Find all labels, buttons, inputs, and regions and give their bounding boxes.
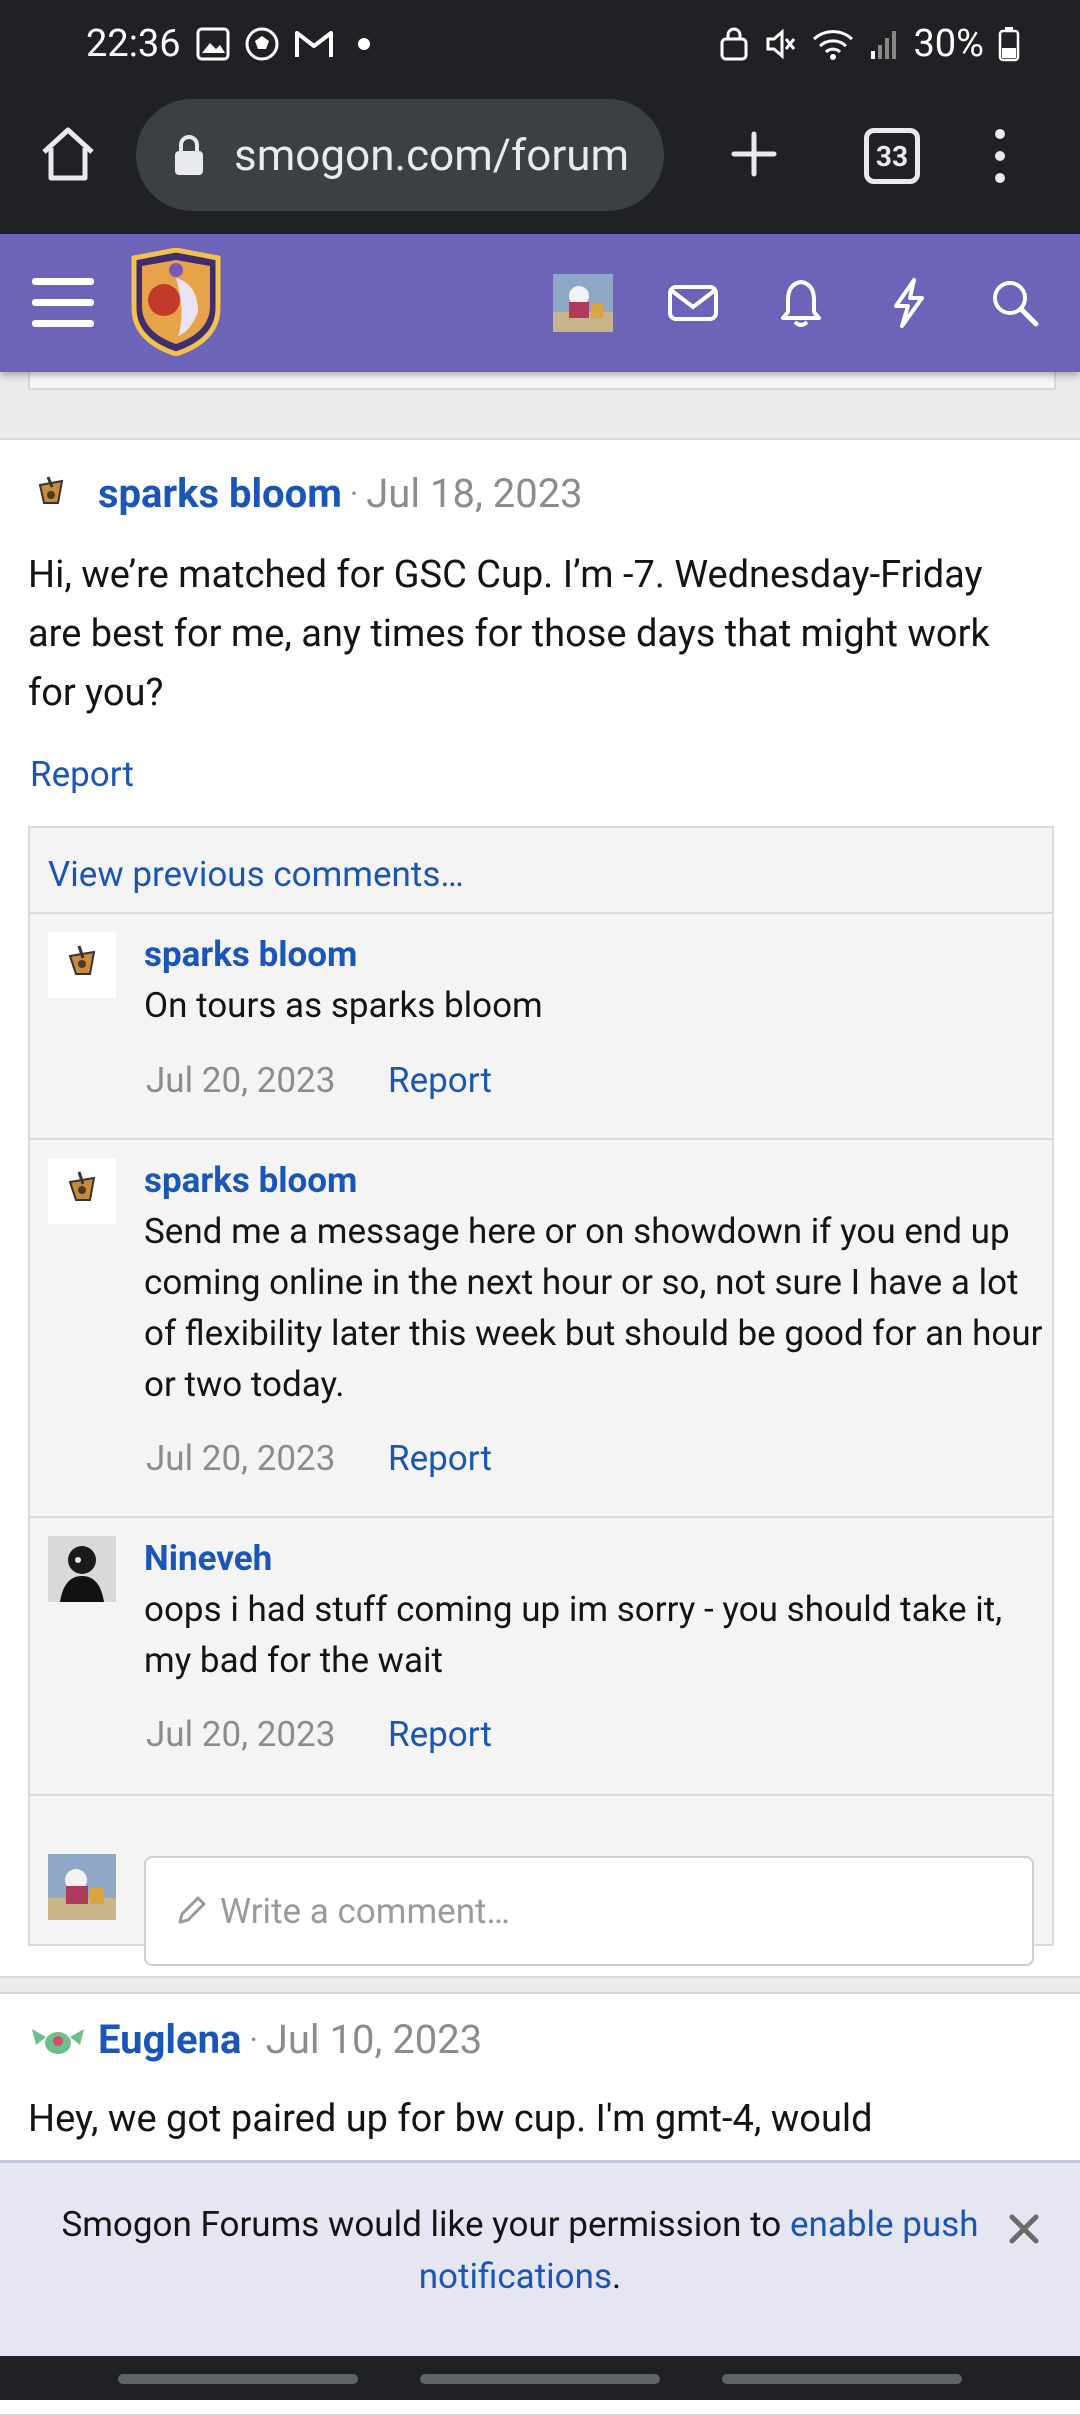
url-text: smogon.com/forum bbox=[234, 129, 630, 181]
report-link[interactable]: Report bbox=[388, 1714, 492, 1755]
tab-switcher-button[interactable]: 33 bbox=[864, 128, 920, 184]
new-tab-plus-icon[interactable] bbox=[722, 122, 786, 186]
comment-author[interactable]: sparks bloom bbox=[144, 934, 357, 975]
comment-thread: View previous comments… sparks bloom On … bbox=[28, 826, 1054, 1966]
post-date[interactable]: Jul 10, 2023 bbox=[266, 2016, 482, 2063]
push-notification-banner: Smogon Forums would like your permission… bbox=[0, 2160, 1080, 2359]
post-header: sparks bloom · Jul 18, 2023 bbox=[28, 470, 583, 517]
report-link[interactable]: Report bbox=[388, 1060, 492, 1101]
comment-author[interactable]: Nineveh bbox=[144, 1538, 272, 1579]
lock-icon bbox=[720, 27, 748, 61]
smogon-logo-icon[interactable] bbox=[128, 248, 224, 356]
post-body: Hey, we got paired up for bw cup. I'm gm… bbox=[28, 2097, 873, 2141]
lightning-whats-new-icon[interactable] bbox=[880, 274, 938, 332]
post-body: Hi, we’re matched for GSC Cup. I’m -7. W… bbox=[28, 553, 990, 715]
comment-placeholder: Write a comment… bbox=[220, 1890, 510, 1932]
report-link[interactable]: Report bbox=[30, 754, 134, 795]
profile-post: sparks bloom · Jul 18, 2023 Hi, we’re ma… bbox=[0, 438, 1080, 1978]
mute-icon bbox=[766, 28, 796, 60]
comment-date[interactable]: Jul 20, 2023 bbox=[146, 1438, 335, 1479]
pencil-icon bbox=[178, 1896, 206, 1924]
comment-input[interactable]: Write a comment… bbox=[144, 1856, 1034, 1966]
push-text-after: . bbox=[612, 2256, 622, 2297]
status-bar: 22:36 30% bbox=[0, 0, 1080, 94]
site-header bbox=[0, 234, 1080, 372]
post-date[interactable]: Jul 18, 2023 bbox=[366, 470, 582, 517]
hamburger-menu-icon[interactable] bbox=[32, 276, 94, 330]
gallery-icon bbox=[196, 27, 230, 61]
wifi-icon bbox=[813, 30, 854, 60]
comment-text: Send me a message here or on showdown if… bbox=[144, 1211, 1043, 1405]
avatar[interactable] bbox=[48, 1536, 116, 1602]
gmail-icon bbox=[295, 31, 333, 57]
push-banner-text: Smogon Forums would like your permission… bbox=[30, 2199, 1010, 2303]
write-comment-row: Write a comment… bbox=[30, 1838, 1052, 1966]
report-link[interactable]: Report bbox=[388, 1438, 492, 1479]
view-previous-comments[interactable]: View previous comments… bbox=[30, 828, 1052, 914]
bell-alerts-icon[interactable] bbox=[772, 274, 830, 332]
signal-icon bbox=[871, 31, 897, 59]
avatar[interactable] bbox=[48, 932, 116, 998]
lock-icon bbox=[175, 135, 203, 175]
view-previous-comments-label[interactable]: View previous comments… bbox=[48, 854, 464, 895]
more-options-icon[interactable] bbox=[988, 124, 1012, 188]
inbox-envelope-icon[interactable] bbox=[664, 274, 722, 332]
browser-toolbar: smogon.com/forum 33 bbox=[0, 94, 1080, 234]
separator-dot: · bbox=[249, 2020, 258, 2059]
avatar[interactable] bbox=[28, 2017, 88, 2063]
push-text-before: Smogon Forums would like your permission… bbox=[61, 2204, 790, 2245]
comment-text: oops i had stuff coming up im sorry - yo… bbox=[144, 1589, 1003, 1681]
address-bar[interactable]: smogon.com/forum bbox=[136, 99, 664, 211]
status-time: 22:36 bbox=[86, 22, 181, 66]
battery-icon bbox=[998, 27, 1020, 62]
nav-home-handle[interactable] bbox=[420, 2374, 660, 2384]
comment: Nineveh oops i had stuff coming up im so… bbox=[30, 1518, 1052, 1796]
battery-percent: 30% bbox=[913, 22, 984, 66]
nav-back-handle[interactable] bbox=[722, 2374, 962, 2384]
post-author[interactable]: sparks bloom bbox=[98, 470, 342, 517]
comment-text: On tours as sparks bloom bbox=[144, 985, 543, 1026]
avatar[interactable] bbox=[28, 471, 74, 517]
close-icon[interactable] bbox=[1004, 2209, 1044, 2249]
avatar bbox=[48, 1854, 116, 1920]
post-author[interactable]: Euglena bbox=[98, 2016, 241, 2063]
comment-date[interactable]: Jul 20, 2023 bbox=[146, 1060, 335, 1101]
notification-dot-icon bbox=[358, 38, 370, 50]
search-icon[interactable] bbox=[986, 274, 1044, 332]
post-header: Euglena · Jul 10, 2023 bbox=[28, 2016, 482, 2063]
separator-dot: · bbox=[349, 474, 359, 513]
avatar[interactable] bbox=[48, 1158, 116, 1224]
user-avatar[interactable] bbox=[553, 274, 613, 332]
soccer-icon bbox=[245, 27, 279, 61]
comment-date[interactable]: Jul 20, 2023 bbox=[146, 1714, 335, 1755]
comment: sparks bloom Send me a message here or o… bbox=[30, 1140, 1052, 1518]
home-icon[interactable] bbox=[36, 122, 100, 186]
nav-recents-handle[interactable] bbox=[118, 2374, 358, 2384]
comment: sparks bloom On tours as sparks bloom Ju… bbox=[30, 914, 1052, 1140]
system-nav-bar bbox=[0, 2356, 1080, 2400]
comment-author[interactable]: sparks bloom bbox=[144, 1160, 357, 1201]
